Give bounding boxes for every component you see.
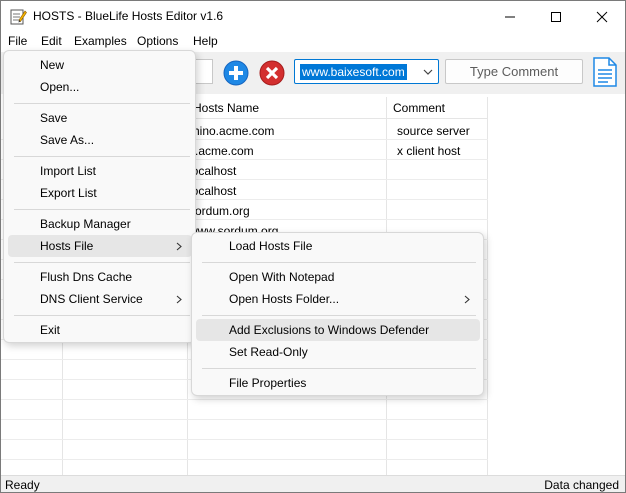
menu-item-dns-client-service[interactable]: DNS Client Service xyxy=(8,288,192,310)
document-icon[interactable] xyxy=(592,57,618,87)
menu-item-backup-manager[interactable]: Backup Manager xyxy=(8,213,192,235)
menu-item-add-exclusions-defender[interactable]: Add Exclusions to Windows Defender xyxy=(196,319,480,341)
window-title: HOSTS - BlueLife Hosts Editor v1.6 xyxy=(33,9,224,23)
menu-item-open[interactable]: Open... xyxy=(8,76,192,98)
menu-item-open-hosts-folder[interactable]: Open Hosts Folder... xyxy=(196,288,480,310)
maximize-icon xyxy=(551,11,561,22)
address-value: www.baixesoft.com xyxy=(300,64,407,80)
menu-edit[interactable]: Edit xyxy=(41,34,62,48)
table-row-host[interactable]: localhost xyxy=(187,181,385,201)
add-icon[interactable] xyxy=(223,60,249,86)
status-ready: Ready xyxy=(5,478,40,492)
menu-item-open-with-notepad[interactable]: Open With Notepad xyxy=(196,266,480,288)
address-combobox[interactable]: www.baixesoft.com xyxy=(294,59,439,84)
table-row-host[interactable]: rhino.acme.com xyxy=(187,121,385,141)
table-row-host[interactable]: sordum.org xyxy=(187,201,385,221)
column-header-hosts-name[interactable]: Hosts Name xyxy=(187,97,387,119)
close-icon xyxy=(596,11,608,22)
app-window: HOSTS - BlueLife Hosts Editor v1.6 File … xyxy=(0,0,626,493)
status-bar: Ready Data changed xyxy=(1,475,625,492)
menu-item-new[interactable]: New xyxy=(8,54,192,76)
chevron-right-icon xyxy=(176,242,182,251)
table-row-comment[interactable]: source server xyxy=(397,121,487,141)
minimize-button[interactable] xyxy=(487,1,533,32)
chevron-right-icon xyxy=(176,295,182,304)
chevron-down-icon[interactable] xyxy=(422,66,434,78)
hosts-file-submenu: Load Hosts File Open With Notepad Open H… xyxy=(191,232,484,396)
menu-item-hosts-file[interactable]: Hosts File xyxy=(8,235,192,257)
menu-item-import-list[interactable]: Import List xyxy=(8,160,192,182)
column-header-comment[interactable]: Comment xyxy=(387,97,488,119)
chevron-right-icon xyxy=(464,295,470,304)
menu-bar: File Edit Examples Options Help xyxy=(1,32,625,52)
menu-item-exit[interactable]: Exit xyxy=(8,319,192,341)
table-row-host[interactable]: localhost xyxy=(187,161,385,181)
menu-options[interactable]: Options xyxy=(137,34,178,48)
menu-item-save[interactable]: Save xyxy=(8,107,192,129)
minimize-icon xyxy=(505,16,515,17)
hosts-app-icon xyxy=(10,9,27,25)
menu-help[interactable]: Help xyxy=(193,34,218,48)
close-button[interactable] xyxy=(579,1,625,32)
host-input[interactable] xyxy=(193,59,213,84)
table-row-comment[interactable]: x client host xyxy=(397,141,487,161)
menu-item-export-list[interactable]: Export List xyxy=(8,182,192,204)
maximize-button[interactable] xyxy=(533,1,579,32)
menu-item-load-hosts-file[interactable]: Load Hosts File xyxy=(196,235,480,257)
menu-file[interactable]: File xyxy=(8,34,27,48)
menu-examples[interactable]: Examples xyxy=(74,34,127,48)
title-bar: HOSTS - BlueLife Hosts Editor v1.6 xyxy=(1,1,625,32)
delete-icon[interactable] xyxy=(259,60,285,86)
table-row-host[interactable]: x.acme.com xyxy=(187,141,385,161)
file-menu: New Open... Save Save As... Import List … xyxy=(3,50,196,343)
comment-input[interactable]: Type Comment xyxy=(445,59,583,84)
menu-item-file-properties[interactable]: File Properties xyxy=(196,372,480,394)
menu-item-flush-dns-cache[interactable]: Flush Dns Cache xyxy=(8,266,192,288)
menu-item-save-as[interactable]: Save As... xyxy=(8,129,192,151)
status-data-changed: Data changed xyxy=(544,478,619,492)
menu-item-set-read-only[interactable]: Set Read-Only xyxy=(196,341,480,363)
